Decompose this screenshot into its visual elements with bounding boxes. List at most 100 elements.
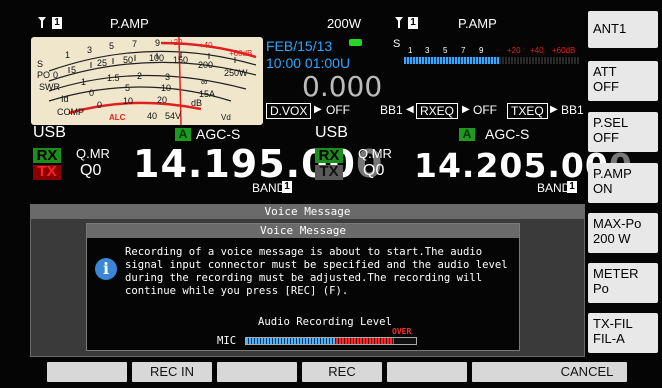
meter-comp-tick-db: dB	[191, 98, 203, 108]
side-button-maxpo-line1: MAX-Po	[593, 216, 642, 231]
side-button-txfil[interactable]: TX-FIL FIL-A	[588, 313, 658, 353]
meter-vd-tick-40: 40	[147, 111, 158, 121]
meter-s-tick-9: 9	[155, 38, 161, 48]
audio-level-meter	[245, 337, 417, 345]
dvox-indicator: D.VOX	[266, 103, 312, 119]
side-button-pamp-line1: P.AMP	[593, 166, 632, 181]
dvox-label: D.VOX	[270, 104, 308, 118]
dialog-message: Recording of a voice message is about to…	[125, 246, 508, 297]
rxeq-indicator: RXEQ	[416, 103, 459, 119]
side-button-psel-line1: P.SEL	[593, 115, 629, 130]
main-q0: Q0	[80, 162, 102, 179]
meter-id-tick-10: 10	[161, 83, 172, 93]
meter-comp-tick-20: 20	[157, 95, 168, 105]
meter-swr-tick-1: 1	[81, 77, 87, 87]
dvox-arrow-icon: ▶	[314, 104, 322, 115]
sub-band-label: BAND	[537, 181, 571, 195]
cancel-button[interactable]: CANCEL	[547, 362, 627, 382]
side-button-psel[interactable]: P.SEL OFF	[588, 112, 658, 152]
main-band-number: 1	[282, 181, 292, 193]
main-qmr: Q.MR	[76, 146, 110, 161]
sub-display-value: 0.000	[302, 70, 383, 103]
side-button-att-line2: OFF	[593, 79, 619, 94]
side-button-maxpo-line2: 200 W	[593, 231, 631, 246]
meter-vd-tick-54: 54V	[165, 111, 182, 121]
meter-po-tick-5: 5	[71, 65, 77, 75]
side-button-txfil-line2: FIL-A	[593, 331, 625, 346]
sub-frequency-digits: 14.205.00	[414, 146, 609, 185]
meter-s-tick-60: +60dB	[229, 49, 253, 58]
meter-swr-label: SWR	[39, 82, 60, 92]
sub-band-number: 1	[567, 181, 577, 193]
meter-vd-label: Vd	[221, 113, 231, 122]
sbar-tick-60: +60dB	[552, 46, 576, 55]
sub-mode: USB	[315, 124, 348, 141]
sbar-tick-1: 1	[408, 46, 413, 55]
sub-tx-badge: TX	[315, 164, 343, 180]
sbar-s-label: S	[393, 38, 401, 50]
main-band-label: BAND	[252, 181, 286, 195]
left-antenna-number: 1	[52, 17, 62, 29]
meter-swr-tick-inf: ∞	[201, 77, 208, 87]
right-antenna-number: 1	[408, 17, 418, 29]
side-button-meter-line2: Po	[593, 281, 609, 296]
meter-comp-tick-10: 10	[123, 96, 134, 106]
side-button-txfil-line1: TX-FIL	[593, 316, 633, 331]
right-pamp-label: P.AMP	[458, 16, 497, 31]
main-agc-badge: A	[175, 128, 191, 141]
meter-po-tick-100: 100	[149, 53, 165, 63]
function-key-6[interactable]	[472, 362, 552, 382]
meter-s-tick-1: 1	[65, 50, 71, 60]
battery-icon	[349, 39, 362, 46]
side-button-ant-line1: ANT1	[593, 21, 627, 36]
dvox-state: OFF	[326, 103, 350, 117]
side-button-ant[interactable]: ANT1	[588, 11, 658, 48]
audio-level-label: Audio Recording Level	[258, 316, 392, 328]
bb1-label: BB1	[380, 103, 403, 117]
sub-agc-badge: A	[459, 128, 475, 141]
main-rx-badge: RX	[33, 148, 61, 163]
meter-swr-tick-3: 3	[165, 72, 171, 82]
side-button-att[interactable]: ATT OFF	[588, 61, 658, 101]
date-readout: FEB/15/13	[266, 38, 333, 54]
main-tx-badge: TX	[33, 164, 61, 180]
side-button-meter-line1: METER	[593, 266, 639, 281]
meter-alc-label: ALC	[109, 113, 126, 122]
function-key-5[interactable]	[387, 362, 467, 382]
right-antenna-icon	[395, 17, 404, 28]
side-button-maxpo[interactable]: MAX-Po 200 W	[588, 213, 658, 253]
meter-po-tick-250: 250W	[224, 68, 248, 78]
audio-level-fill	[246, 338, 337, 344]
main-mode: USB	[33, 124, 66, 141]
sub-q0: Q0	[363, 162, 385, 179]
rxeq-state: OFF	[473, 103, 497, 117]
meter-s-tick-5: 5	[109, 41, 115, 51]
side-button-meter[interactable]: METER Po	[588, 263, 658, 303]
sbar-tick-7: 7	[461, 46, 466, 55]
meter-s-tick-40: +40	[199, 41, 213, 50]
meter-po-tick-150: 150	[173, 55, 189, 65]
mic-label: MIC	[217, 335, 237, 347]
sub-rx-badge: RX	[315, 148, 343, 163]
meter-s-tick-20: +20	[169, 38, 183, 47]
function-key-3[interactable]	[217, 362, 297, 382]
sbar-tick-20: +20	[507, 46, 521, 55]
s-meter-bar	[404, 57, 499, 64]
meter-comp-label: COMP	[57, 107, 84, 117]
info-icon: i	[95, 258, 117, 280]
meter-comp-tick-0: 0	[97, 100, 103, 110]
meter-po-label: PO	[37, 70, 51, 80]
meter-id-tick-5: 5	[125, 83, 131, 93]
side-button-att-line1: ATT	[593, 64, 617, 79]
rec-button[interactable]: REC	[302, 362, 382, 382]
sbar-tick-9: 9	[479, 46, 484, 55]
sbar-tick-5: 5	[443, 46, 448, 55]
meter-id-label: Id	[61, 94, 69, 104]
meter-id-tick-0: 0	[89, 88, 95, 98]
txeq-label: TXEQ	[511, 104, 544, 118]
side-button-pamp[interactable]: P.AMP ON	[588, 163, 658, 203]
rxeq-label: RXEQ	[420, 104, 455, 118]
rec-in-button[interactable]: REC IN	[132, 362, 212, 382]
function-key-1[interactable]	[47, 362, 127, 382]
txeq-target: BB1	[561, 103, 584, 117]
